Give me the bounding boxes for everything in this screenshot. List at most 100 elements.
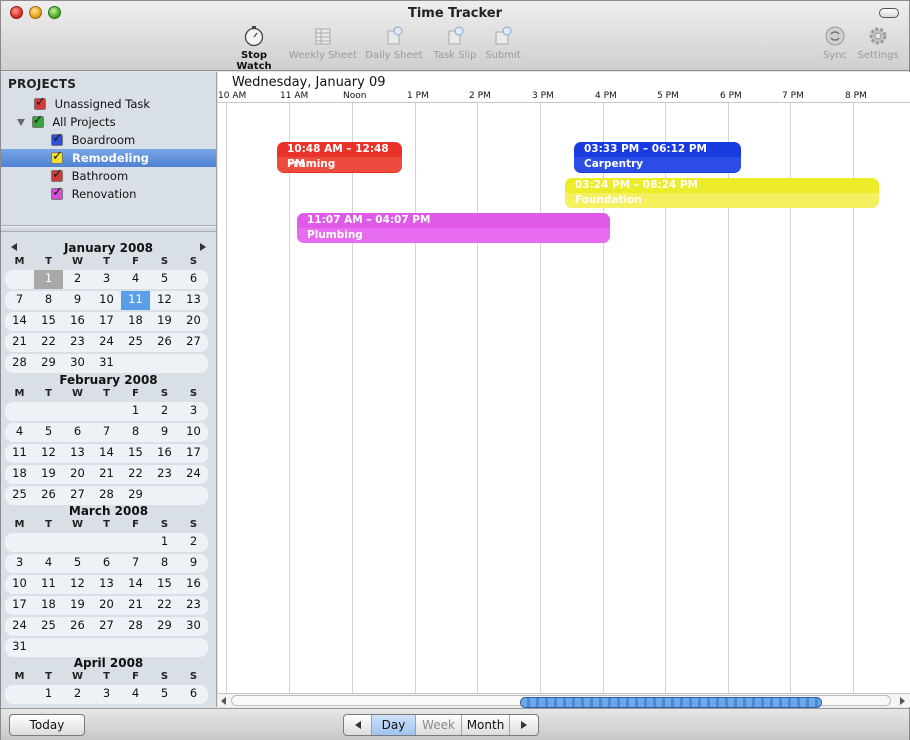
calendar-day[interactable]: 24 <box>92 333 121 352</box>
calendar-day[interactable]: 26 <box>63 617 92 636</box>
calendar-day[interactable]: 5 <box>63 554 92 573</box>
calendar-day[interactable]: 30 <box>179 617 208 636</box>
calendar-day[interactable]: 9 <box>150 423 179 442</box>
calendar-day[interactable]: 12 <box>63 575 92 594</box>
calendar-day[interactable]: 16 <box>179 575 208 594</box>
next-month-arrow-icon[interactable] <box>200 243 206 251</box>
calendar-day[interactable]: 18 <box>5 465 34 484</box>
calendar-day[interactable]: 19 <box>63 596 92 615</box>
calendar-day[interactable]: 11 <box>34 575 63 594</box>
calendar-day[interactable]: 15 <box>121 444 150 463</box>
calendar-day[interactable]: 1 <box>34 270 63 289</box>
calendar-day[interactable]: 17 <box>179 444 208 463</box>
scroll-thumb[interactable] <box>520 697 822 708</box>
horizontal-scrollbar[interactable] <box>218 693 910 708</box>
task-slip-button[interactable]: Task Slip <box>429 25 481 61</box>
calendar-day[interactable]: 29 <box>150 617 179 636</box>
calendar-day[interactable]: 10 <box>92 291 121 310</box>
previous-month-arrow-icon[interactable] <box>11 243 17 251</box>
calendar-day[interactable]: 22 <box>150 596 179 615</box>
calendar-day[interactable]: 13 <box>179 291 208 310</box>
calendar-day[interactable]: 3 <box>179 402 208 421</box>
scroll-track[interactable] <box>231 695 891 708</box>
calendar-day[interactable]: 12 <box>34 444 63 463</box>
calendar-day[interactable]: 12 <box>150 291 179 310</box>
calendar-day[interactable]: 24 <box>179 465 208 484</box>
calendar-day[interactable]: 14 <box>121 575 150 594</box>
calendar-day[interactable]: 4 <box>121 270 150 289</box>
calendar-day[interactable]: 13 <box>92 575 121 594</box>
calendar-day[interactable]: 3 <box>92 685 121 704</box>
month-view-button[interactable]: Month <box>462 715 510 735</box>
sync-button[interactable]: Sync <box>819 25 851 61</box>
calendar-day[interactable]: 15 <box>34 312 63 331</box>
calendar-day[interactable]: 5 <box>34 423 63 442</box>
calendar-day[interactable]: 11 <box>5 444 34 463</box>
calendar-day[interactable]: 21 <box>5 333 34 352</box>
calendar-day[interactable]: 25 <box>121 333 150 352</box>
project-bathroom[interactable]: Bathroom <box>51 166 128 185</box>
calendar-day[interactable]: 2 <box>63 685 92 704</box>
event-foundation[interactable]: 03:24 PM – 08:24 PM Foundation <box>565 178 879 208</box>
next-period-button[interactable] <box>510 715 538 735</box>
calendar-day[interactable]: 5 <box>150 270 179 289</box>
stop-watch-button[interactable]: Stop Watch <box>225 25 283 72</box>
calendar-day[interactable]: 29 <box>34 354 63 373</box>
calendar-day[interactable]: 27 <box>92 617 121 636</box>
calendar-day[interactable]: 13 <box>63 444 92 463</box>
calendar-day[interactable]: 2 <box>179 533 208 552</box>
project-checkbox[interactable] <box>51 184 63 202</box>
sidebar-splitter[interactable] <box>1 225 216 232</box>
disclosure-triangle-icon[interactable] <box>17 119 25 126</box>
today-button[interactable]: Today <box>9 714 85 736</box>
calendar-day[interactable]: 16 <box>150 444 179 463</box>
calendar-day[interactable]: 7 <box>92 423 121 442</box>
project-all-projects[interactable]: All Projects <box>17 112 116 131</box>
project-checkbox[interactable] <box>31 112 44 130</box>
calendar-day[interactable]: 18 <box>121 312 150 331</box>
project-remodeling[interactable]: Remodeling <box>1 148 216 167</box>
calendar-day[interactable]: 21 <box>92 465 121 484</box>
calendar-day[interactable]: 20 <box>179 312 208 331</box>
calendar-day[interactable]: 17 <box>92 312 121 331</box>
event-plumbing[interactable]: 11:07 AM – 04:07 PM Plumbing <box>297 213 610 243</box>
calendar-day[interactable]: 26 <box>150 333 179 352</box>
calendar-day[interactable]: 16 <box>63 312 92 331</box>
calendar-day[interactable]: 6 <box>179 685 208 704</box>
calendar-day[interactable]: 28 <box>5 354 34 373</box>
calendar-day[interactable]: 2 <box>150 402 179 421</box>
calendar-day[interactable]: 23 <box>63 333 92 352</box>
calendar-day[interactable]: 8 <box>34 291 63 310</box>
calendar-day[interactable]: 25 <box>34 617 63 636</box>
calendar-day[interactable]: 22 <box>121 465 150 484</box>
calendar-day[interactable]: 14 <box>5 312 34 331</box>
calendar-day[interactable]: 27 <box>179 333 208 352</box>
calendar-day[interactable]: 9 <box>63 291 92 310</box>
calendar-day[interactable]: 9 <box>179 554 208 573</box>
calendar-day[interactable]: 1 <box>150 533 179 552</box>
calendar-day[interactable]: 22 <box>34 333 63 352</box>
calendar-day[interactable]: 21 <box>121 596 150 615</box>
calendar-day[interactable]: 17 <box>5 596 34 615</box>
toolbar-toggle-button[interactable] <box>879 8 899 18</box>
project-renovation[interactable]: Renovation <box>51 184 136 203</box>
calendar-day[interactable]: 10 <box>5 575 34 594</box>
calendar-day[interactable]: 19 <box>34 465 63 484</box>
event-carpentry[interactable]: 03:33 PM – 06:12 PM Carpentry <box>574 142 741 173</box>
project-boardroom[interactable]: Boardroom <box>51 130 135 149</box>
project-checkbox[interactable] <box>51 148 63 166</box>
calendar-day[interactable]: 23 <box>179 596 208 615</box>
calendar-day[interactable]: 14 <box>92 444 121 463</box>
calendar-day[interactable]: 11 <box>121 291 150 310</box>
week-view-button[interactable]: Week <box>416 715 462 735</box>
calendar-day[interactable]: 20 <box>63 465 92 484</box>
project-checkbox[interactable] <box>51 130 63 148</box>
calendar-day[interactable]: 30 <box>63 354 92 373</box>
calendar-day[interactable]: 20 <box>92 596 121 615</box>
settings-button[interactable]: Settings <box>855 25 901 61</box>
calendar-day[interactable]: 8 <box>150 554 179 573</box>
previous-period-button[interactable] <box>344 715 372 735</box>
calendar-day[interactable]: 4 <box>121 685 150 704</box>
project-checkbox[interactable] <box>51 166 63 184</box>
calendar-day[interactable]: 6 <box>179 270 208 289</box>
